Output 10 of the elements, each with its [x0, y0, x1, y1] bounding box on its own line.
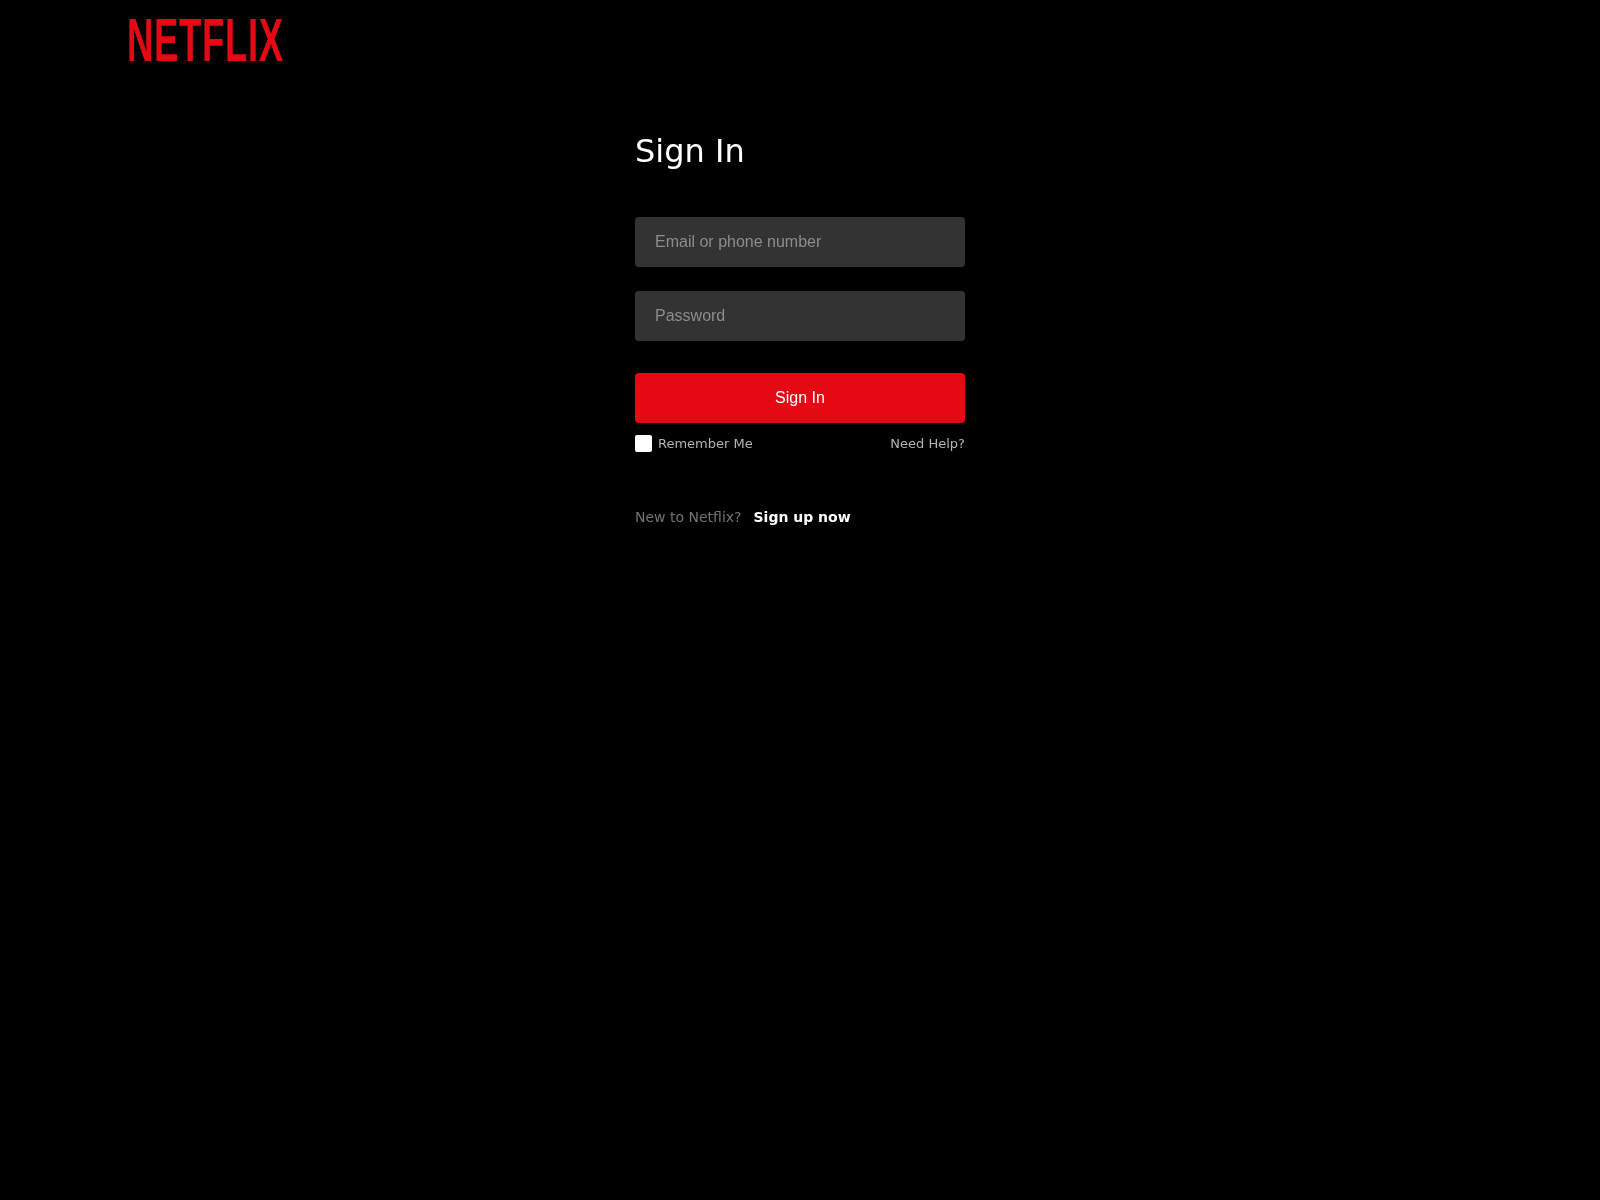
submit-button[interactable]: Sign In	[635, 373, 965, 423]
help-link[interactable]: Need Help?	[890, 435, 965, 452]
checkbox[interactable]	[635, 435, 652, 452]
email-field[interactable]: Email or phone number	[635, 217, 965, 267]
signup-prompt: New to Netflix?	[635, 508, 742, 527]
signup-link[interactable]: Sign up now	[753, 507, 851, 527]
page-title: Sign In	[635, 131, 745, 171]
checkbox-label: Remember Me	[658, 435, 753, 452]
logo[interactable]: NETFLIX	[127, 18, 284, 64]
password-field[interactable]: Password	[635, 291, 965, 341]
